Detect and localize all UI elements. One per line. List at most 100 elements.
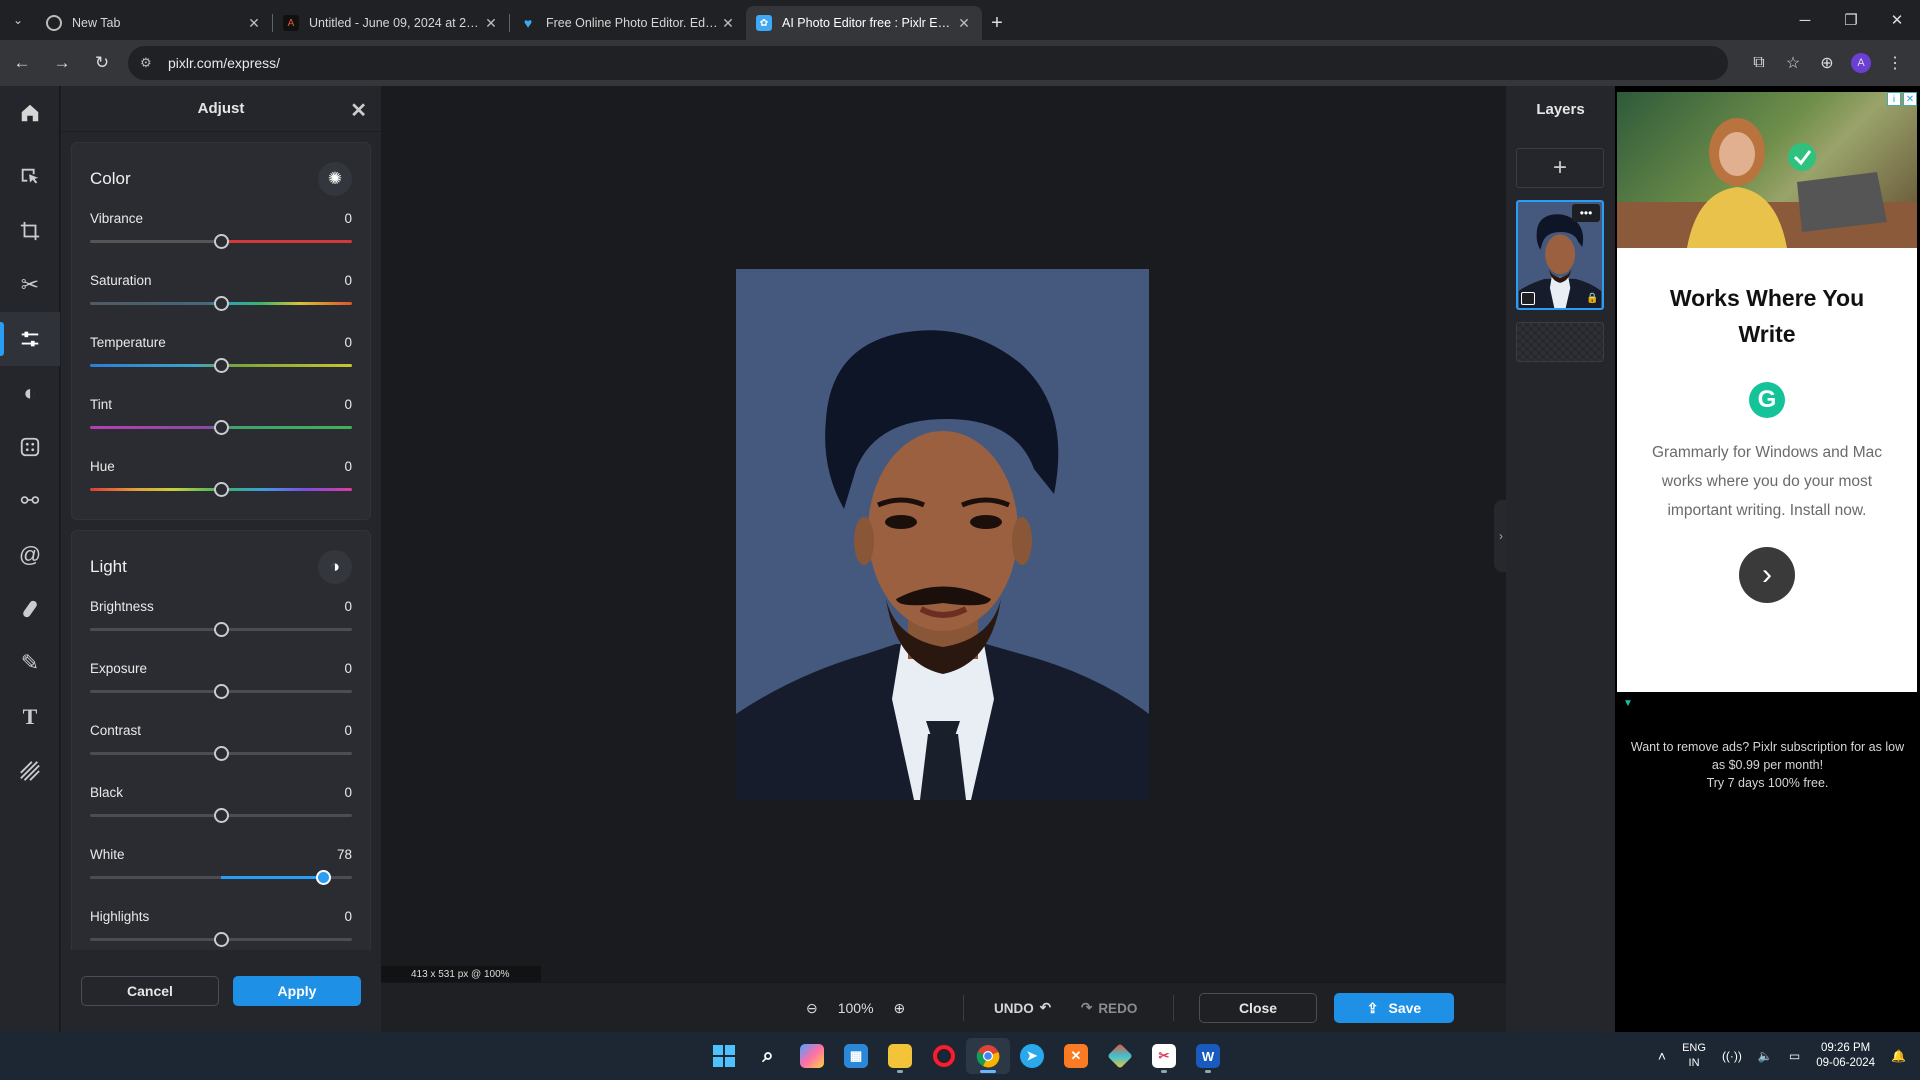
browser-tab-pixlr-express[interactable]: ✿ AI Photo Editor free : Pixlr Expre ✕: [746, 6, 982, 40]
home-icon[interactable]: [0, 86, 60, 140]
close-button[interactable]: Close: [1199, 993, 1317, 1023]
grammarly-ad[interactable]: i ✕ Works Where You Write G Grammarly fo…: [1617, 92, 1917, 692]
slider-saturation[interactable]: Saturation 0: [90, 265, 352, 327]
apply-button[interactable]: Apply: [233, 976, 361, 1006]
portrait-photo[interactable]: [736, 269, 1149, 800]
profile-avatar[interactable]: A: [1851, 53, 1871, 73]
swirl-icon[interactable]: @: [0, 528, 60, 582]
tab-close-icon[interactable]: ✕: [483, 15, 499, 32]
slider-knob[interactable]: [214, 296, 229, 311]
install-app-icon[interactable]: ⧉: [1742, 46, 1776, 80]
add-layer-button[interactable]: +: [1516, 148, 1604, 188]
clock[interactable]: 09:26 PM 09-06-2024: [1816, 1041, 1875, 1071]
layer-thumbnail[interactable]: ••• 🔒: [1516, 200, 1604, 310]
word-icon[interactable]: W: [1186, 1038, 1230, 1074]
site-settings-icon[interactable]: ⚙: [140, 55, 158, 71]
windows-start-icon[interactable]: [702, 1038, 746, 1074]
close-window-icon[interactable]: ✕: [1874, 0, 1920, 40]
new-tab-plus-icon[interactable]: +: [982, 6, 1012, 40]
wifi-icon[interactable]: ((·)): [1722, 1049, 1742, 1064]
liquify-icon[interactable]: ⚯: [0, 474, 60, 528]
slider-knob[interactable]: [214, 420, 229, 435]
slider-tint[interactable]: Tint 0: [90, 389, 352, 451]
slider-track[interactable]: [90, 876, 352, 879]
file-explorer-icon[interactable]: [878, 1038, 922, 1074]
ad-arrow-button[interactable]: ›: [1739, 547, 1795, 603]
texture-lines-icon[interactable]: [0, 744, 60, 798]
slider-knob[interactable]: [214, 808, 229, 823]
restore-icon[interactable]: ❐: [1828, 0, 1874, 40]
browser-tab-untitled[interactable]: A Untitled - June 09, 2024 at 20.5 ✕: [273, 6, 509, 40]
slider-highlights[interactable]: Highlights 0: [90, 901, 352, 950]
zoom-out-icon[interactable]: ⊖: [806, 1000, 818, 1017]
slider-knob[interactable]: [214, 482, 229, 497]
lock-icon[interactable]: 🔒: [1586, 293, 1599, 306]
effects-grid-icon[interactable]: [0, 420, 60, 474]
close-icon[interactable]: ✕: [350, 98, 367, 123]
kebab-menu-icon[interactable]: ⋮: [1878, 46, 1912, 80]
notification-bell-icon[interactable]: 🔔: [1891, 1049, 1906, 1064]
tab-close-icon[interactable]: ✕: [246, 15, 262, 32]
brush-icon[interactable]: ✎: [0, 636, 60, 690]
slider-knob[interactable]: [316, 870, 332, 885]
light-contrast-icon[interactable]: ◑: [318, 550, 352, 584]
canvas-area[interactable]: 413 x 531 px @ 100%: [381, 86, 1506, 982]
slider-hue[interactable]: Hue 0: [90, 451, 352, 513]
ad-info-icon[interactable]: i: [1887, 92, 1901, 106]
arrange-select-icon[interactable]: [0, 150, 60, 204]
widgets-icon[interactable]: [790, 1038, 834, 1074]
save-button[interactable]: ⇪ Save: [1334, 993, 1454, 1023]
tray-chevron-icon[interactable]: ˄: [1658, 1048, 1666, 1064]
back-arrow-icon[interactable]: ←: [4, 45, 40, 81]
slider-knob[interactable]: [214, 932, 229, 947]
slider-knob[interactable]: [214, 234, 229, 249]
cutout-scissors-icon[interactable]: ✂: [0, 258, 60, 312]
tab-search-chevron-icon[interactable]: ⌄: [0, 0, 36, 40]
adchoices-icon[interactable]: ▼: [1623, 698, 1633, 709]
opera-icon[interactable]: [922, 1038, 966, 1074]
tab-close-icon[interactable]: ✕: [720, 15, 736, 32]
git-icon[interactable]: [1098, 1038, 1142, 1074]
slider-white[interactable]: White 78: [90, 839, 352, 901]
adjust-sliders-icon[interactable]: [0, 312, 60, 366]
undo-button[interactable]: UNDO ↶: [994, 993, 1051, 1023]
slider-knob[interactable]: [214, 746, 229, 761]
forward-arrow-icon[interactable]: →: [44, 45, 80, 81]
ad-close-icon[interactable]: ✕: [1903, 92, 1917, 106]
slider-brightness[interactable]: Brightness 0: [90, 591, 352, 653]
tab-close-icon[interactable]: ✕: [956, 15, 972, 32]
reload-icon[interactable]: ↻: [84, 45, 120, 81]
transparent-layer[interactable]: [1516, 322, 1604, 362]
slider-knob[interactable]: [214, 622, 229, 637]
browser-tab-new-tab[interactable]: New Tab ✕: [36, 6, 272, 40]
language-indicator[interactable]: ENG IN: [1682, 1041, 1706, 1071]
volume-icon[interactable]: 🔈: [1758, 1049, 1773, 1064]
browser-tab-photo-editor[interactable]: ♥ Free Online Photo Editor. Edit p ✕: [510, 6, 746, 40]
layer-more-icon[interactable]: •••: [1572, 204, 1600, 222]
zoom-level[interactable]: 100%: [838, 1000, 874, 1016]
address-bar[interactable]: ⚙ pixlr.com/express/: [128, 46, 1728, 80]
crop-icon[interactable]: [0, 204, 60, 258]
chrome-taskbar-icon[interactable]: [966, 1038, 1010, 1074]
bookmark-star-icon[interactable]: ☆: [1776, 46, 1810, 80]
xampp-icon[interactable]: ✕: [1054, 1038, 1098, 1074]
microsoft-store-icon[interactable]: ▦: [834, 1038, 878, 1074]
cancel-button[interactable]: Cancel: [81, 976, 219, 1006]
text-icon[interactable]: T: [0, 690, 60, 744]
zoom-in-icon[interactable]: ⊕: [894, 1000, 906, 1017]
adjust-panel-scroll[interactable]: Color ✺ Vibrance 0 Saturation 0 Temperature 0…: [61, 132, 381, 950]
slider-contrast[interactable]: Contrast 0: [90, 715, 352, 777]
color-sun-icon[interactable]: ✺: [318, 162, 352, 196]
telegram-icon[interactable]: ➤: [1010, 1038, 1054, 1074]
slider-black[interactable]: Black 0: [90, 777, 352, 839]
redo-button[interactable]: ↷ REDO: [1081, 993, 1137, 1023]
download-icon[interactable]: ⊕: [1810, 46, 1844, 80]
snipping-tool-icon[interactable]: ✂: [1142, 1038, 1186, 1074]
slider-temperature[interactable]: Temperature 0: [90, 327, 352, 389]
slider-exposure[interactable]: Exposure 0: [90, 653, 352, 715]
minimize-icon[interactable]: ─: [1782, 0, 1828, 40]
filters-circle-icon[interactable]: ◐: [0, 366, 60, 420]
slider-knob[interactable]: [214, 684, 229, 699]
remove-ads-message[interactable]: Want to remove ads? Pixlr subscription f…: [1615, 738, 1920, 792]
slider-vibrance[interactable]: Vibrance 0: [90, 203, 352, 265]
